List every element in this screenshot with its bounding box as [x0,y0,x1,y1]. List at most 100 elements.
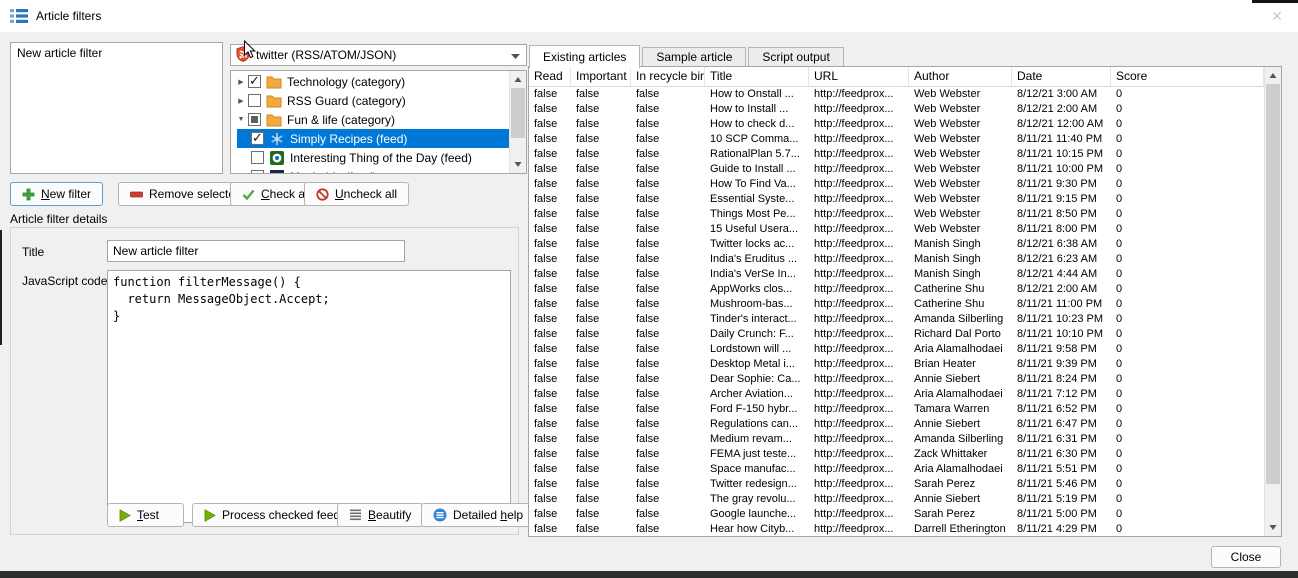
feed-tree-scrollbar[interactable] [509,71,526,173]
table-row[interactable]: falsefalsefalseThe gray revolu...http://… [529,492,1264,507]
table-cell: false [571,372,631,387]
scroll-up-icon[interactable] [1265,67,1281,84]
column-header[interactable]: Score [1111,67,1264,86]
scrollbar-thumb[interactable] [1266,84,1280,484]
column-header[interactable]: Title [705,67,809,86]
table-row[interactable]: falsefalsefalseHow to Install ...http://… [529,102,1264,117]
table-row[interactable]: falsefalsefalseHow to check d...http://f… [529,117,1264,132]
account-dropdown[interactable]: twitter (RSS/ATOM/JSON) [230,44,527,66]
table-cell: false [571,102,631,117]
tree-item[interactable]: ▶Technology (category) [231,72,509,91]
scroll-down-icon[interactable] [1265,519,1281,536]
table-row[interactable]: falsefalsefalseSpace manufac...http://fe… [529,462,1264,477]
uncheck-all-button[interactable]: Uncheck all [304,182,409,206]
table-row[interactable]: falsefalsefalseIndia's Eruditus ...http:… [529,252,1264,267]
tab-script-output[interactable]: Script output [748,47,843,67]
table-row[interactable]: falsefalsefalseArcher Aviation...http://… [529,387,1264,402]
table-row[interactable]: falsefalsefalseFord F-150 hybr...http://… [529,402,1264,417]
title-field[interactable] [107,240,405,262]
table-row[interactable]: falsefalsefalseGuide to Install ...http:… [529,162,1264,177]
table-row[interactable]: falsefalsefalseRationalPlan 5.7...http:/… [529,147,1264,162]
column-header[interactable]: Important [571,67,631,86]
table-row[interactable]: falsefalsefalseAppWorks clos...http://fe… [529,282,1264,297]
table-row[interactable]: falsefalsefalseGoogle launche...http://f… [529,507,1264,522]
table-scrollbar[interactable] [1264,67,1281,536]
tree-item[interactable]: ▼Fun & life (category) [231,110,509,129]
scroll-up-icon[interactable] [510,71,526,88]
table-cell: 8/12/21 12:00 AM [1012,117,1111,132]
new-filter-button[interactable]: New filter [10,182,103,206]
table-row[interactable]: falsefalsefalse15 Useful Usera...http://… [529,222,1264,237]
table-cell: 8/11/21 10:23 PM [1012,312,1111,327]
table-row[interactable]: falsefalsefalse10 SCP Comma...http://fee… [529,132,1264,147]
table-row[interactable]: falsefalsefalseDesktop Metal i...http://… [529,357,1264,372]
tree-item[interactable]: ▶RSS Guard (category) [231,91,509,110]
table-cell: Aria Alamalhodaei [909,387,1012,402]
scrollbar-thumb[interactable] [511,88,525,138]
close-icon[interactable]: ✕ [1266,6,1288,26]
table-cell: http://feedprox... [809,177,909,192]
expander-icon[interactable]: ▶ [234,97,248,105]
table-row[interactable]: falsefalsefalseRegulations can...http://… [529,417,1264,432]
table-cell: false [571,477,631,492]
tab-sample-article[interactable]: Sample article [642,47,746,67]
table-row[interactable]: falsefalsefalseDear Sophie: Ca...http://… [529,372,1264,387]
detailed-help-button[interactable]: Detailed help [421,503,535,527]
table-cell: 0 [1111,207,1264,222]
table-row[interactable]: falsefalsefalseEssential Syste...http://… [529,192,1264,207]
filter-list[interactable]: New article filter [10,42,223,174]
expander-icon[interactable]: ▼ [234,116,248,123]
table-row[interactable]: falsefalsefalseMushroom-bas...http://fee… [529,297,1264,312]
expander-icon[interactable]: ▶ [234,78,248,86]
tab-existing-articles[interactable]: Existing articles [529,45,640,68]
table-cell: false [631,147,705,162]
javascript-code-editor[interactable]: function filterMessage() { return Messag… [107,270,511,523]
table-row[interactable]: falsefalsefalseHow To Find Va...http://f… [529,177,1264,192]
column-header[interactable]: URL [809,67,909,86]
feed-tree[interactable]: ▶Technology (category)▶RSS Guard (catego… [230,70,527,174]
column-header[interactable]: Author [909,67,1012,86]
column-header[interactable]: In recycle bin [631,67,705,86]
table-cell: 0 [1111,237,1264,252]
table-row[interactable]: falsefalsefalseMedium revam...http://fee… [529,432,1264,447]
table-row[interactable]: falsefalsefalseThings Most Pe...http://f… [529,207,1264,222]
table-cell: http://feedprox... [809,447,909,462]
scroll-down-icon[interactable] [510,156,526,173]
filter-list-item[interactable]: New article filter [11,43,222,63]
tree-checkbox[interactable] [248,75,261,88]
table-cell: false [631,282,705,297]
column-header[interactable]: Date [1012,67,1111,86]
tree-checkbox[interactable] [248,113,261,126]
process-checked-feeds-button[interactable]: Process checked feeds [192,503,358,527]
table-row[interactable]: falsefalsefalseHow to Onstall ...http://… [529,87,1264,102]
table-cell: false [529,372,571,387]
tree-checkbox[interactable] [248,94,261,107]
table-cell: 8/11/21 11:00 PM [1012,297,1111,312]
beautify-button[interactable]: Beautify [337,503,423,527]
tree-item[interactable]: mMashable (feed) [231,167,509,174]
table-row[interactable]: falsefalsefalseLordstown will ...http://… [529,342,1264,357]
table-cell: 0 [1111,447,1264,462]
table-cell: Web Webster [909,102,1012,117]
column-header[interactable]: Read [529,67,571,86]
table-cell: 8/11/21 8:50 PM [1012,207,1111,222]
table-row[interactable]: falsefalsefalseHear how Cityb...http://f… [529,522,1264,536]
table-cell: false [571,492,631,507]
tree-item[interactable]: Interesting Thing of the Day (feed) [231,148,509,167]
tree-checkbox[interactable] [251,170,264,174]
tree-item[interactable]: Simply Recipes (feed) [237,129,509,148]
test-button[interactable]: Test [107,503,184,527]
table-row[interactable]: falsefalsefalseDaily Crunch: F...http://… [529,327,1264,342]
close-button[interactable]: Close [1211,546,1281,568]
table-cell: false [571,447,631,462]
table-row[interactable]: falsefalsefalseTinder's interact...http:… [529,312,1264,327]
table-row[interactable]: falsefalsefalseTwitter locks ac...http:/… [529,237,1264,252]
table-cell: Web Webster [909,132,1012,147]
table-cell: Catherine Shu [909,297,1012,312]
table-cell: false [571,87,631,102]
tree-checkbox[interactable] [251,132,264,145]
tree-checkbox[interactable] [251,151,264,164]
table-row[interactable]: falsefalsefalseFEMA just teste...http://… [529,447,1264,462]
table-row[interactable]: falsefalsefalseTwitter redesign...http:/… [529,477,1264,492]
table-row[interactable]: falsefalsefalseIndia's VerSe In...http:/… [529,267,1264,282]
